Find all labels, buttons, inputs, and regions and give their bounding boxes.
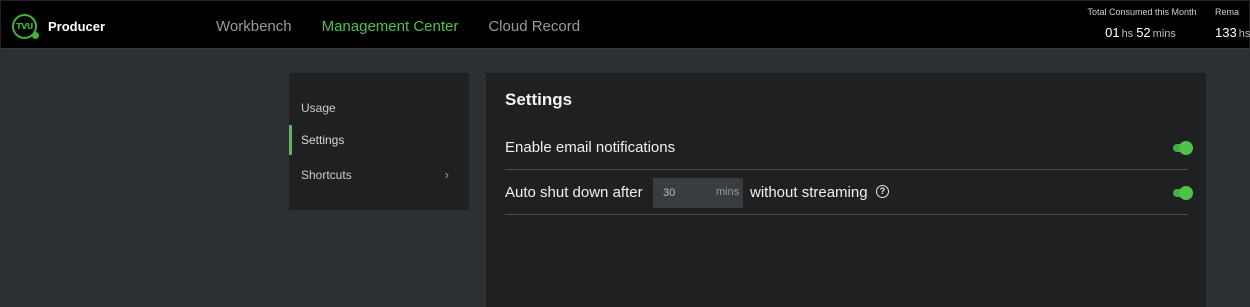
settings-panel: Settings Enable email notifications Auto… [486,73,1206,307]
consumed-value: 01 hs 52 mins [1081,25,1203,40]
sidebar-item-usage[interactable]: Usage [289,93,469,123]
remaining-hours-unit: hs [1238,28,1250,40]
consumed-hours-unit: hs [1121,28,1134,40]
auto-shutdown-label-before: Auto shut down after [505,184,643,201]
sidebar-item-label: Shortcuts [301,168,352,182]
main-nav: Workbench Management Center Cloud Record [216,18,610,35]
auto-shutdown-row: Auto shut down after mins without stream… [505,170,1193,215]
auto-shutdown-label-after: without streaming [750,184,868,201]
page-title: Settings [505,90,573,109]
help-icon[interactable]: ? [876,185,889,198]
consumed-stat: Total Consumed this Month 01 hs 52 mins [1081,7,1203,40]
remaining-label: Rema [1215,7,1240,17]
nav-management-center[interactable]: Management Center [322,18,459,35]
consumed-minutes: 52 [1136,25,1151,40]
remaining-hours: 133 [1215,25,1237,40]
consumed-hours: 01 [1105,25,1120,40]
settings-sidebar: Usage Settings Shortcuts › [289,73,469,210]
consumed-label: Total Consumed this Month [1087,7,1197,17]
sidebar-item-shortcuts[interactable]: Shortcuts › [289,160,469,190]
remaining-value: 133 hs [1215,25,1250,40]
email-notifications-toggle[interactable] [1173,141,1193,155]
chevron-right-icon: › [444,167,449,182]
email-notifications-label: Enable email notifications [505,139,676,156]
sidebar-item-label: Usage [301,101,336,115]
consumed-minutes-unit: mins [1152,28,1176,40]
nav-cloud-record[interactable]: Cloud Record [488,18,580,35]
email-notifications-row: Enable email notifications [505,125,1193,170]
auto-shutdown-toggle[interactable] [1173,186,1193,200]
remaining-stat: Rema 133 hs [1215,7,1250,40]
nav-workbench[interactable]: Workbench [216,18,292,35]
sidebar-item-label: Settings [301,133,345,147]
top-bar: TVU Producer Workbench Management Center… [0,0,1250,49]
tvu-logo[interactable]: TVU [12,14,39,39]
sidebar-item-settings[interactable]: Settings [289,125,469,155]
auto-shutdown-unit: mins [716,186,740,198]
app-name: Producer [48,19,106,34]
